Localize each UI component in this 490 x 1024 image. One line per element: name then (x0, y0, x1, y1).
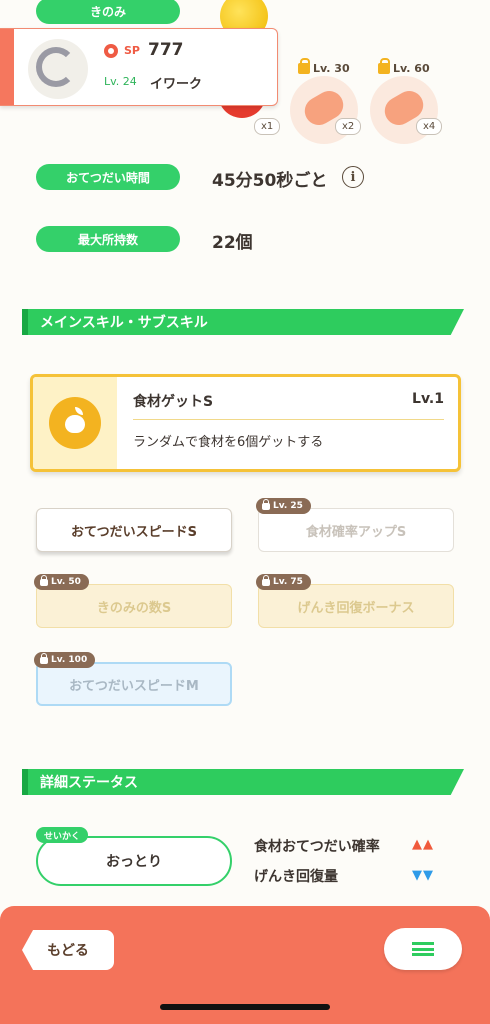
subskill-2-unlock-tag: Lv. 25 (256, 498, 311, 514)
info-icon[interactable]: i (342, 166, 364, 188)
card-stripe (0, 29, 14, 105)
nature-box[interactable]: おっとり (36, 836, 232, 886)
helping-time-value: 45分50秒ごと (212, 171, 328, 191)
pokemon-name: イワーク (150, 77, 203, 92)
subskill-5-label: おてつだいスピードM (69, 678, 199, 694)
onix-icon (36, 47, 76, 87)
nature-down-arrows: ▼▼ (412, 868, 434, 883)
main-skill-level: Lv.1 (412, 391, 444, 407)
subskill-2-unlock-level: Lv. 25 (273, 501, 303, 511)
home-indicator[interactable] (160, 1004, 330, 1010)
lock-icon (262, 498, 270, 510)
ingredient-3-unlock: Lv. 60 (378, 58, 430, 75)
subskill-1[interactable]: おてつだいスピードS (36, 508, 232, 552)
lock-icon (378, 58, 390, 74)
ingredient-2-unlock: Lv. 30 (298, 58, 350, 75)
skills-section-title: メインスキル・サブスキル (40, 315, 208, 331)
skills-section-header: メインスキル・サブスキル (22, 309, 464, 335)
ingredient-3-multiplier: x4 (416, 118, 443, 135)
section-edge (22, 309, 28, 335)
subskill-4-label: げんき回復ボーナス (297, 600, 415, 616)
subskill-4[interactable]: げんき回復ボーナス (258, 584, 454, 628)
pokemon-card[interactable]: SP 777 Lv. 24 イワーク (0, 28, 278, 106)
subskill-2[interactable]: 食材確率アップS (258, 508, 454, 552)
subskill-3-unlock-tag: Lv. 50 (34, 574, 89, 590)
main-skill-description: ランダムで食材を6個ゲットする (133, 435, 324, 450)
details-section-title: 詳細ステータス (40, 775, 138, 791)
nature-down-label: げんき回復量 (254, 869, 338, 885)
berry-label: きのみ (36, 0, 180, 24)
nature-value: おっとり (106, 854, 162, 870)
back-button[interactable]: もどる (22, 930, 114, 970)
ingredient-2-multiplier: x2 (335, 118, 362, 135)
lock-icon (262, 574, 270, 586)
berry-multiplier: x1 (254, 118, 281, 135)
max-carry-value: 22個 (212, 233, 253, 253)
subskill-5-unlock-level: Lv. 100 (51, 655, 88, 665)
main-skill-name: 食材ゲットS (133, 394, 214, 410)
hamburger-icon (412, 942, 434, 956)
ingredient-3-unlock-level: Lv. 60 (393, 62, 430, 75)
lock-icon (40, 652, 48, 664)
nature-tag: せいかく (36, 827, 89, 843)
lock-icon (298, 58, 310, 74)
helping-time-label: おてつだい時間 (36, 164, 180, 190)
details-section-header: 詳細ステータス (22, 769, 464, 795)
nature-up-arrows: ▲▲ (412, 837, 434, 852)
main-skill-divider (133, 419, 444, 420)
ingredient-2-unlock-level: Lv. 30 (313, 62, 350, 75)
subskill-3-unlock-level: Lv. 50 (51, 577, 81, 587)
pokeball-icon (104, 44, 118, 58)
pokemon-level: Lv. 24 (104, 75, 137, 88)
subskill-2-label: 食材確率アップS (305, 524, 407, 540)
sp-value: 777 (148, 40, 184, 60)
subskill-4-unlock-tag: Lv. 75 (256, 574, 311, 590)
back-button-label: もどる (47, 943, 89, 959)
max-carry-label: 最大所持数 (36, 226, 180, 252)
nature-up-label: 食材おてつだい確率 (254, 839, 380, 855)
subskill-3-label: きのみの数S (96, 600, 172, 616)
lock-icon (40, 574, 48, 586)
subskill-4-unlock-level: Lv. 75 (273, 577, 303, 587)
menu-button[interactable] (384, 928, 462, 970)
main-skill-card[interactable]: 食材ゲットS Lv.1 ランダムで食材を6個ゲットする (30, 374, 461, 472)
subskill-5-unlock-tag: Lv. 100 (34, 652, 96, 668)
apple-icon (65, 415, 85, 433)
sp-label: SP (124, 44, 140, 57)
subskill-3[interactable]: きのみの数S (36, 584, 232, 628)
subskill-5[interactable]: おてつだいスピードM (36, 662, 232, 706)
section-edge (22, 769, 28, 795)
subskill-1-label: おてつだいスピードS (70, 524, 198, 540)
